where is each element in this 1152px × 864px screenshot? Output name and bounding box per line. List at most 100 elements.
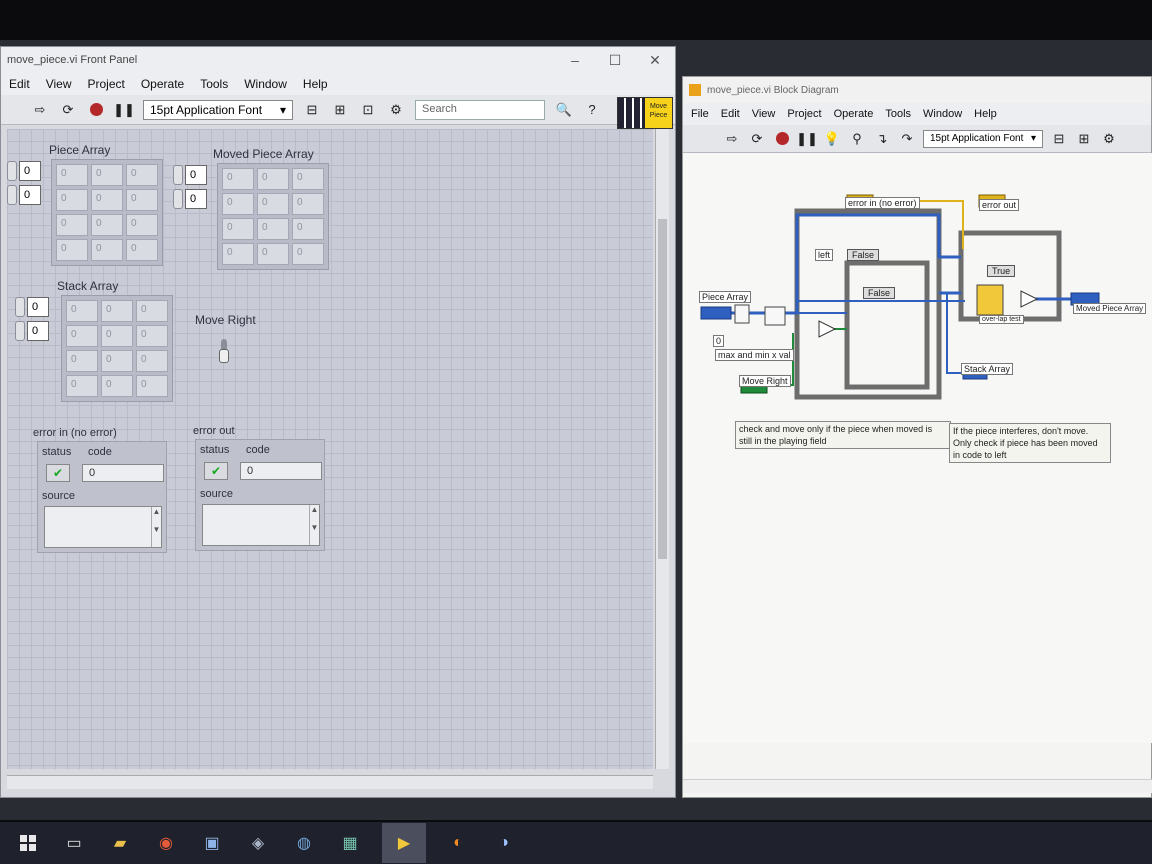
piece-array-cells[interactable]: 000000000000 (51, 159, 163, 266)
array-cell[interactable]: 0 (292, 193, 324, 215)
font-select[interactable]: 15pt Application Font ▾ (143, 99, 293, 120)
comment-interference[interactable]: If the piece interferes, don't move. Onl… (949, 423, 1111, 463)
index-value[interactable]: 0 (185, 189, 207, 209)
index-spinner-icon[interactable] (173, 165, 183, 185)
windows-start-icon[interactable] (14, 829, 42, 857)
error-in-node-label[interactable]: error in (no error) (845, 197, 920, 209)
run-continuously-icon[interactable]: ⟳ (59, 101, 77, 119)
vertical-scrollbar[interactable] (655, 129, 669, 769)
abort-icon[interactable] (87, 101, 105, 119)
array-cell[interactable]: 0 (66, 325, 98, 347)
maximize-button[interactable]: ☐ (595, 52, 635, 69)
array-cell[interactable]: 0 (56, 164, 88, 186)
index-spinner-icon[interactable] (15, 297, 25, 317)
index-value[interactable]: 0 (19, 185, 41, 205)
menu-view[interactable]: View (46, 77, 72, 91)
stack-array-index-col[interactable]: 0 (15, 321, 49, 341)
menu-project[interactable]: Project (787, 108, 821, 120)
index-spinner-icon[interactable] (7, 185, 17, 205)
menu-project[interactable]: Project (87, 77, 124, 91)
menu-help[interactable]: Help (974, 108, 997, 120)
edge-icon[interactable]: ◐ (444, 829, 472, 857)
moved-array-index-row[interactable]: 0 (173, 165, 207, 185)
menu-edit[interactable]: Edit (9, 77, 30, 91)
array-cell[interactable]: 0 (136, 375, 168, 397)
move-right-switch[interactable] (217, 337, 231, 367)
moved-piece-array-cells[interactable]: 000000000000 (217, 163, 329, 270)
array-cell[interactable]: 0 (257, 193, 289, 215)
task-view-icon[interactable]: ▭ (60, 829, 88, 857)
menu-tools[interactable]: Tools (200, 77, 228, 91)
array-cell[interactable]: 0 (222, 218, 254, 240)
move-right-node-label[interactable]: Move Right (739, 375, 791, 387)
globe-app-icon[interactable]: ◍ (290, 829, 318, 857)
array-cell[interactable]: 0 (91, 189, 123, 211)
max-min-node-label[interactable]: max and min x val (715, 349, 794, 361)
highlight-execution-icon[interactable]: 💡 (823, 130, 841, 148)
stack-array-node-label[interactable]: Stack Array (961, 363, 1014, 375)
abort-icon[interactable] (773, 130, 791, 148)
array-cell[interactable]: 0 (91, 214, 123, 236)
menu-operate[interactable]: Operate (141, 77, 184, 91)
index-value[interactable]: 0 (27, 297, 49, 317)
menu-view[interactable]: View (752, 108, 776, 120)
minimize-button[interactable]: – (555, 52, 595, 69)
overlap-node-label[interactable]: over-lap test (979, 315, 1024, 324)
menu-window[interactable]: Window (923, 108, 962, 120)
search-input[interactable]: Search (415, 99, 545, 120)
image-app-icon[interactable]: ◈ (244, 829, 272, 857)
array-cell[interactable]: 0 (126, 189, 158, 211)
array-cell[interactable]: 0 (292, 218, 324, 240)
distribute-objects-icon[interactable]: ⊞ (1075, 130, 1093, 148)
run-arrow-icon[interactable]: ⇨ (31, 101, 49, 119)
array-cell[interactable]: 0 (292, 168, 324, 190)
front-panel-canvas[interactable]: Piece Array 0 0 000000000000 Moved Piece… (7, 129, 653, 769)
browser-icon[interactable]: ◑ (490, 829, 518, 857)
search-icon[interactable]: 🔍 (555, 101, 573, 119)
chrome-icon[interactable]: ◉ (152, 829, 180, 857)
retain-wire-values-icon[interactable]: ⚲ (848, 130, 866, 148)
index-spinner-icon[interactable] (7, 161, 17, 181)
array-cell[interactable]: 0 (257, 218, 289, 240)
index-value[interactable]: 0 (19, 161, 41, 181)
scroll-arrows-icon[interactable]: ▲ ▼ (309, 505, 319, 545)
reorder-icon[interactable]: ⚙ (387, 101, 405, 119)
array-cell[interactable]: 0 (101, 300, 133, 322)
horizontal-scrollbar[interactable] (7, 775, 653, 789)
constant-zero[interactable]: 0 (713, 335, 725, 347)
align-objects-icon[interactable]: ⊟ (303, 101, 321, 119)
status-checkmark-icon[interactable]: ✔ (46, 464, 70, 482)
array-cell[interactable]: 0 (292, 243, 324, 265)
scroll-arrows-icon[interactable]: ▲ ▼ (151, 507, 161, 547)
array-cell[interactable]: 0 (101, 350, 133, 372)
menu-operate[interactable]: Operate (834, 108, 874, 120)
menu-window[interactable]: Window (244, 77, 287, 91)
scroll-thumb[interactable] (658, 219, 667, 559)
index-value[interactable]: 0 (27, 321, 49, 341)
align-objects-icon[interactable]: ⊟ (1050, 130, 1068, 148)
array-cell[interactable]: 0 (222, 193, 254, 215)
comment-playing-field[interactable]: check and move only if the piece when mo… (735, 421, 951, 449)
pause-icon[interactable]: ❚❚ (796, 130, 818, 148)
code-field[interactable]: 0 (82, 464, 164, 482)
menu-tools[interactable]: Tools (885, 108, 911, 120)
reorder-icon[interactable]: ⚙ (1100, 130, 1118, 148)
array-cell[interactable]: 0 (222, 168, 254, 190)
case-selector-inner[interactable]: False (863, 287, 896, 299)
close-button[interactable]: ✕ (635, 52, 675, 69)
distribute-objects-icon[interactable]: ⊞ (331, 101, 349, 119)
index-value[interactable]: 0 (185, 165, 207, 185)
menu-help[interactable]: Help (303, 77, 328, 91)
labview-icon[interactable]: ▶ (382, 823, 426, 863)
index-spinner-icon[interactable] (173, 189, 183, 209)
left-node-label[interactable]: left (815, 249, 834, 261)
labview-project-icon[interactable]: ▦ (336, 829, 364, 857)
block-diagram-canvas[interactable]: error in (no error) error out Piece Arra… (683, 153, 1152, 743)
moved-array-node-label[interactable]: Moved Piece Array (1073, 303, 1147, 314)
run-continuously-icon[interactable]: ⟳ (748, 130, 766, 148)
app-window-icon[interactable]: ▣ (198, 829, 226, 857)
step-into-icon[interactable]: ↴ (873, 130, 891, 148)
run-arrow-icon[interactable]: ⇨ (723, 130, 741, 148)
file-explorer-icon[interactable]: ▰ (106, 829, 134, 857)
array-cell[interactable]: 0 (126, 239, 158, 261)
